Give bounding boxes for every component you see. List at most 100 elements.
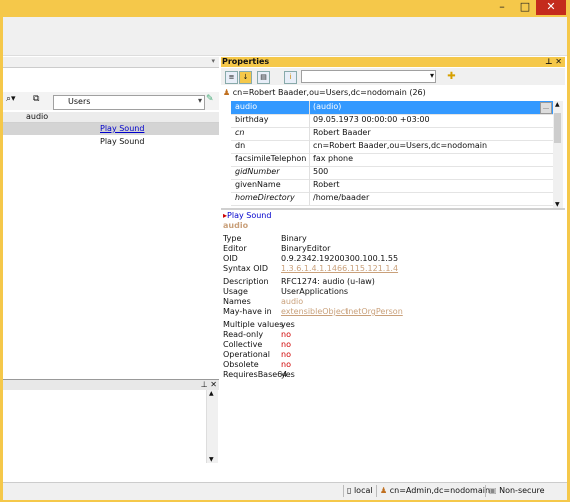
container-combo-value: Users	[68, 97, 91, 106]
status-user: ♟ cn=Admin,dc=nodomain	[376, 485, 490, 497]
label: Obsolete	[223, 360, 259, 369]
close-button[interactable]: ✕	[536, 0, 566, 15]
entry-dn-header: ♟ cn=Robert Baader,ou=Users,dc=nodomain …	[223, 88, 426, 97]
divider	[309, 140, 310, 153]
client-area: ▾ ⌕▾ ⧉ ✎ Users ▾ audio Play Sound Play S…	[3, 17, 567, 500]
sort-az-icon[interactable]: ↓	[239, 71, 252, 84]
divider	[309, 166, 310, 179]
bottom-pane-scrollbar[interactable]: ▲ ▼	[206, 390, 218, 463]
attribute-name: givenName	[235, 180, 281, 189]
attribute-value[interactable]: Robert	[313, 180, 340, 189]
value: UserApplications	[281, 287, 349, 296]
status-bar: ▯ local ♟ cn=Admin,dc=nodomain ▣ Non-sec…	[3, 482, 567, 500]
attribute-row[interactable]: birthday 09.05.1973 00:00:00 +03:00	[231, 114, 553, 128]
view-options-icon[interactable]: ▤	[257, 71, 270, 84]
status-security-text: Non-secure	[499, 486, 545, 495]
properties-filter-combo[interactable]: ▾	[301, 70, 436, 83]
label: Multiple values	[223, 320, 284, 329]
class-link-inetorgperson[interactable]: inetOrgPerson	[346, 307, 403, 316]
column-header-audio: audio	[26, 112, 49, 121]
edit-ellipsis-button[interactable]: …	[540, 102, 552, 114]
value: no	[281, 340, 291, 349]
label: Collective	[223, 340, 263, 349]
scroll-up-icon[interactable]: ▲	[555, 101, 560, 108]
divider	[309, 179, 310, 192]
scroll-down-icon[interactable]: ▼	[555, 201, 560, 208]
grid-scrollbar[interactable]: ▲ ▼	[553, 101, 563, 208]
chevron-down-icon: ▾	[429, 71, 434, 80]
label: RequiresBase64	[223, 370, 288, 379]
maximize-button[interactable]: □	[514, 0, 536, 15]
attribute-name: facsimileTelephon...	[235, 154, 307, 163]
chevron-down-icon[interactable]: ▾	[211, 57, 215, 65]
value: audio	[281, 297, 304, 306]
label: Description	[223, 277, 269, 286]
properties-title-bar: Properties ⊥ ✕	[221, 57, 565, 67]
attribute-row[interactable]: facsimileTelephon... fax phone	[231, 153, 553, 167]
divider	[309, 101, 310, 114]
splitter[interactable]	[221, 208, 565, 210]
value: Binary	[281, 234, 307, 243]
attribute-row[interactable]: audio (audio) …	[231, 101, 553, 115]
scroll-up-icon[interactable]: ▲	[209, 390, 214, 397]
chevron-down-icon: ▾	[197, 96, 202, 105]
pin-close-icons[interactable]: ⊥ ✕	[545, 57, 562, 66]
class-link-extensibleobject[interactable]: extensibleObject	[281, 307, 348, 316]
attribute-value[interactable]: Robert Baader	[313, 128, 371, 137]
add-icon[interactable]: ✚	[446, 71, 457, 82]
syntax-oid-link[interactable]: 1.3.6.1.4.1.1466.115.121.1.4	[281, 264, 398, 273]
value: 0.9.2342.19200300.100.1.55	[281, 254, 399, 263]
attribute-row[interactable]: homeDirectory /home/baader	[231, 192, 553, 206]
categorized-icon[interactable]: ≡	[225, 71, 238, 84]
attribute-name: cn	[235, 128, 245, 137]
schema-info-panel: ▸Play Sound audio Type Binary Editor Bin…	[223, 211, 565, 381]
attribute-value[interactable]: /home/baader	[313, 193, 369, 202]
left-pane-header: ▾	[3, 57, 219, 68]
play-sound-link[interactable]: Play Sound	[100, 124, 144, 133]
divider	[309, 192, 310, 205]
label: May-have in	[223, 307, 272, 316]
info-icon[interactable]: i	[284, 71, 297, 84]
user-icon: ♟	[223, 88, 231, 97]
status-user-text: cn=Admin,dc=nodomain	[389, 486, 491, 495]
scroll-thumb[interactable]	[554, 113, 561, 143]
main-toolbar	[3, 17, 567, 56]
attribute-value[interactable]: 500	[313, 167, 328, 176]
attribute-row[interactable]: gidNumber 500	[231, 166, 553, 180]
play-sound-link[interactable]: ▸Play Sound	[223, 211, 271, 220]
attribute-row[interactable]: givenName Robert	[231, 179, 553, 193]
attribute-name: gidNumber	[235, 167, 280, 176]
status-local: ▯ local	[343, 485, 373, 497]
attribute-value[interactable]: 09.05.1973 00:00:00 +03:00	[313, 115, 430, 124]
value: BinaryEditor	[281, 244, 331, 253]
bottom-pane	[3, 390, 219, 463]
attribute-value[interactable]: (audio)	[313, 102, 341, 111]
scroll-down-icon[interactable]: ▼	[209, 456, 214, 463]
minimize-button[interactable]: –	[490, 0, 514, 15]
value: yes	[281, 370, 295, 379]
divider	[309, 153, 310, 166]
search-icon[interactable]: ⌕▾	[6, 94, 16, 104]
column-header[interactable]: audio	[3, 112, 219, 123]
user-icon: ♟	[380, 486, 388, 495]
table-cell[interactable]: Play Sound	[100, 137, 144, 146]
attribute-grid: audio (audio) … birthday 09.05.1973 00:0…	[231, 101, 553, 208]
connect-icon[interactable]: ✎	[206, 94, 214, 104]
attribute-row[interactable]: cn Robert Baader	[231, 127, 553, 141]
lock-icon: ▣	[489, 486, 497, 495]
value: no	[281, 360, 291, 369]
label: Operational	[223, 350, 270, 359]
filter-icon[interactable]: ⧉	[33, 94, 39, 104]
pin-close-icons[interactable]: ⊥ ✕	[201, 380, 217, 389]
container-combo[interactable]: Users ▾	[53, 95, 205, 110]
label: OID	[223, 254, 238, 263]
value: no	[281, 350, 291, 359]
status-local-text: local	[353, 486, 373, 495]
value: no	[281, 330, 291, 339]
attribute-value[interactable]: fax phone	[313, 154, 353, 163]
label: Names	[223, 297, 251, 306]
attribute-value[interactable]: cn=Robert Baader,ou=Users,dc=nodomain	[313, 141, 487, 150]
attribute-name: homeDirectory	[235, 193, 295, 202]
attribute-name: audio	[235, 102, 258, 111]
attribute-row[interactable]: dn cn=Robert Baader,ou=Users,dc=nodomain	[231, 140, 553, 154]
